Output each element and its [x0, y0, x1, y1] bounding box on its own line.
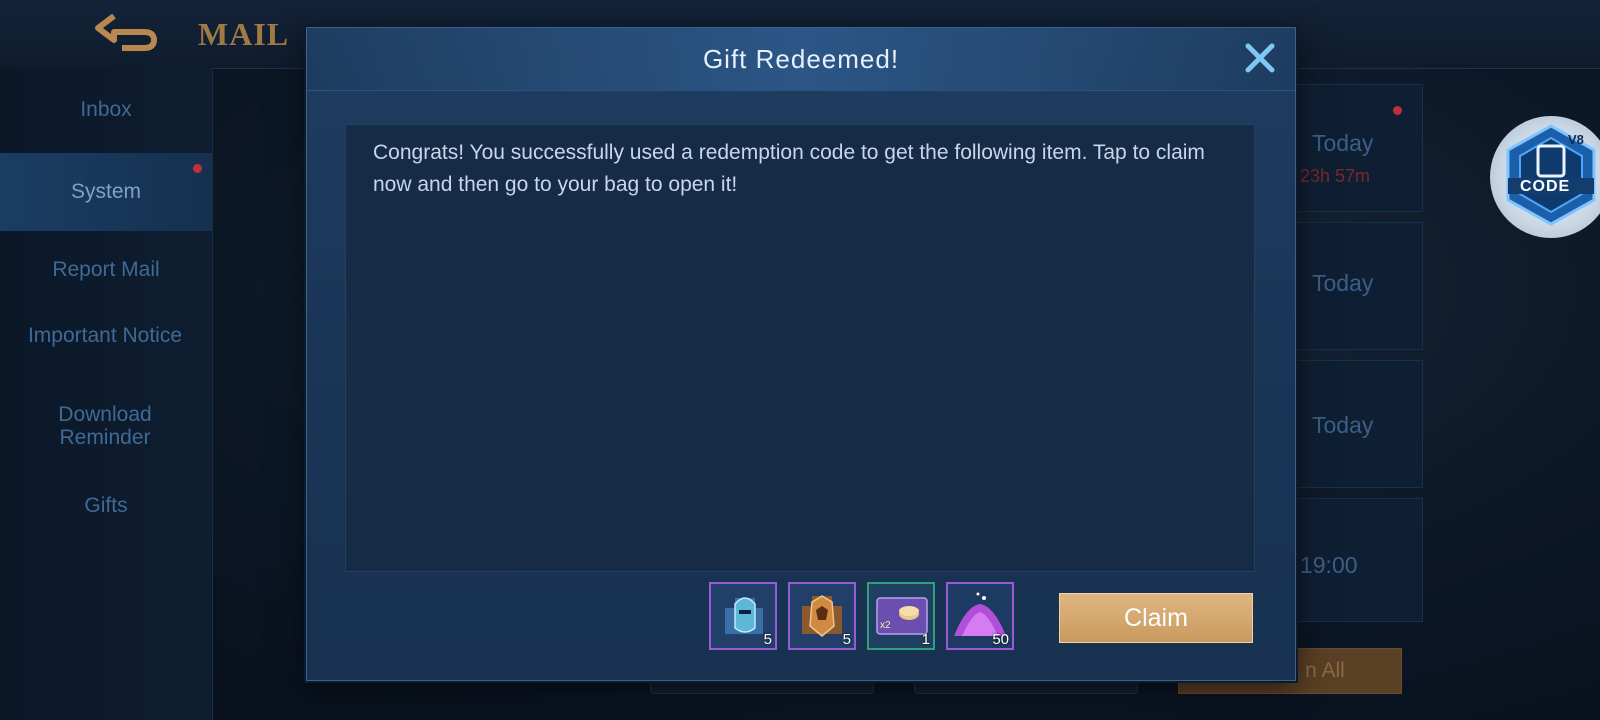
reward-item[interactable]: 50	[946, 582, 1014, 650]
item-quantity: 50	[992, 631, 1009, 648]
page-title: MAIL	[198, 16, 290, 52]
reward-item[interactable]: 5	[709, 582, 777, 650]
back-arrow-icon	[95, 13, 157, 51]
sidebar-item-inbox[interactable]: Inbox	[0, 98, 212, 121]
sidebar-item-label: Download Reminder	[58, 403, 152, 449]
claim-button[interactable]: Claim	[1059, 593, 1253, 643]
reward-item[interactable]: 5	[788, 582, 856, 650]
sidebar-item-important-notice[interactable]: Important Notice	[25, 324, 185, 347]
sidebar-item-system[interactable]: System	[0, 153, 212, 231]
claim-all-label: n All	[1305, 659, 1345, 682]
item-quantity: 5	[763, 631, 772, 648]
sidebar-item-label: Inbox	[80, 98, 132, 121]
sidebar-item-gifts[interactable]: Gifts	[0, 494, 212, 517]
code-badge-logo: V8 CODE	[1490, 116, 1600, 238]
sidebar-item-download-reminder[interactable]: Download Reminder	[25, 403, 185, 449]
mail-date: Today	[1312, 270, 1374, 296]
badge-version: V8	[1568, 132, 1584, 147]
svg-text:x2: x2	[880, 620, 891, 631]
dialog-title: Gift Redeemed!	[702, 44, 900, 74]
reward-item[interactable]: x2 1	[867, 582, 935, 650]
mail-date: Today	[1312, 130, 1374, 156]
item-quantity: 5	[842, 631, 851, 648]
sidebar-item-label: Report Mail	[52, 258, 160, 281]
close-button[interactable]	[1242, 40, 1278, 76]
sidebar-item-label: System	[70, 180, 141, 203]
unread-dot	[1393, 106, 1402, 115]
close-icon	[1245, 43, 1275, 73]
badge-label: CODE	[1520, 178, 1571, 195]
item-quantity: 1	[921, 631, 930, 648]
mail-expiry-timer: 23h 57m	[1300, 166, 1371, 186]
unread-dot	[193, 164, 202, 173]
sidebar-item-label: Gifts	[84, 494, 128, 517]
mail-date: Today	[1312, 412, 1374, 438]
gift-redeemed-dialog: Gift Redeemed! Congrats! You successfull…	[306, 27, 1296, 681]
sidebar-item-label: Important Notice	[27, 324, 183, 347]
back-button[interactable]	[92, 10, 164, 54]
message-text: Congrats! You successfully used a redemp…	[373, 141, 1205, 196]
message-panel: Congrats! You successfully used a redemp…	[345, 124, 1255, 572]
sidebar-item-report-mail[interactable]: Report Mail	[0, 258, 212, 281]
